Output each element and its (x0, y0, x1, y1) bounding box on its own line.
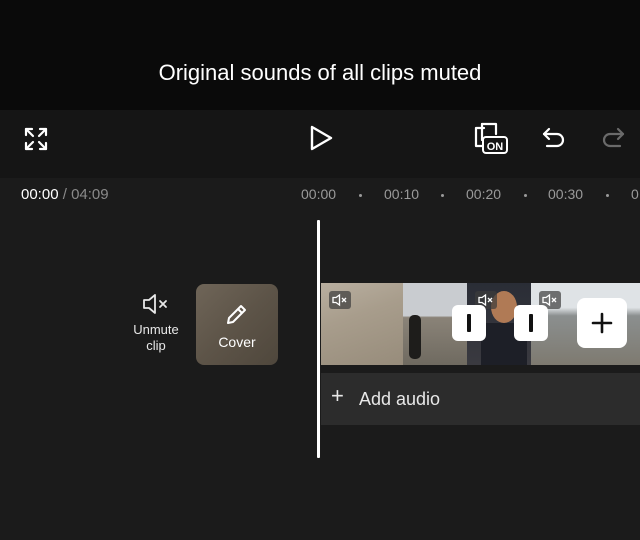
speaker-muted-icon (332, 293, 347, 307)
ruler-tick: 00:00 (301, 186, 337, 202)
pencil-icon (227, 305, 246, 324)
cover-label: Cover (218, 334, 256, 350)
ruler-tick: 00:20 (466, 186, 502, 202)
unmute-label-line1: Unmute (133, 322, 179, 337)
transition-icon (529, 314, 533, 332)
add-clip-button[interactable] (577, 298, 627, 348)
play-button[interactable] (302, 119, 340, 157)
caption-toggle-badge: ON (487, 141, 504, 153)
auto-caption-toggle[interactable]: ON (468, 118, 512, 158)
ruler-dot (606, 194, 609, 197)
playhead[interactable] (317, 220, 320, 458)
fullscreen-button[interactable] (18, 121, 54, 157)
transition-button[interactable] (452, 305, 486, 341)
undo-icon (542, 127, 565, 148)
add-audio-label: Add audio (359, 389, 441, 409)
expand-icon (24, 127, 48, 151)
speaker-muted-icon (143, 294, 167, 314)
ruler-dot (524, 194, 527, 197)
video-preview[interactable] (0, 0, 640, 110)
unmute-clip-button[interactable]: Unmute clip (124, 292, 188, 354)
redo-icon (602, 127, 625, 148)
transition-button[interactable] (514, 305, 548, 341)
mute-toast-message: Original sounds of all clips muted (158, 60, 482, 85)
add-audio-button[interactable]: + Add audio (321, 373, 640, 425)
undo-button[interactable] (537, 120, 571, 156)
transition-icon (467, 314, 471, 332)
redo-button[interactable] (596, 120, 630, 156)
ruler-tick: 0 (631, 186, 639, 202)
play-icon (310, 125, 333, 151)
add-audio-plus-icon: + (331, 383, 344, 408)
clip-muted-badge (329, 291, 351, 309)
ruler-tick: 00:10 (384, 186, 420, 202)
caption-toggle-icon: ON (474, 122, 508, 154)
clip-figure (409, 315, 421, 359)
ruler-dot (359, 194, 362, 197)
ruler-dot (441, 194, 444, 197)
unmute-label-line2: clip (146, 338, 166, 353)
plus-icon (591, 312, 613, 334)
ruler-tick: 00:30 (548, 186, 584, 202)
cover-button[interactable]: Cover (196, 284, 278, 365)
playback-controls-bar: ON (0, 110, 640, 178)
timeline-ruler: 00:00 00:10 00:20 00:30 0 (0, 186, 640, 204)
